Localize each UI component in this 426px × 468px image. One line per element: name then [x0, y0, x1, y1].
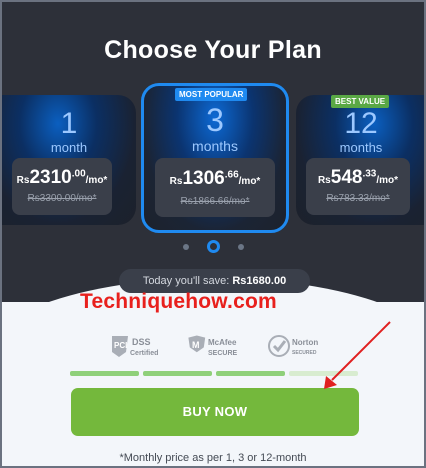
price-decimal: .66 [224, 169, 239, 181]
old-price: Rs1866.66/mo* [180, 196, 250, 207]
price-integer: 548 [330, 167, 363, 188]
plan-unit: months [339, 140, 383, 155]
price-per: /mo* [85, 175, 108, 186]
norton-check-icon: Norton SECURED [268, 335, 318, 357]
buy-now-button[interactable]: BUY NOW [71, 388, 359, 436]
watermark-text: Techniquehow.com [80, 290, 277, 313]
plan-page: Choose Your Plan 1 month Rs2310.00/mo* R… [0, 0, 426, 468]
pci-sub2-text: Certified [130, 350, 158, 357]
price-box: Rs2310.00/mo* Rs3300.00/mo* [12, 158, 112, 215]
mcafee-main-text: McAfee [208, 338, 237, 347]
pci-main-text: PCI [114, 341, 127, 350]
svg-text:M: M [192, 340, 200, 350]
price-per: /mo* [238, 176, 261, 187]
progress-segment [143, 371, 212, 376]
norton-seal: Norton SECURED [267, 332, 323, 360]
progress-segment [70, 371, 139, 376]
price-integer: 2310 [29, 167, 72, 188]
price-decimal: .00 [71, 168, 86, 180]
mcafee-sub-text: SECURE [208, 350, 238, 357]
old-price: Rs3300.00/mo* [27, 193, 97, 204]
plan-card-3-months[interactable]: 3 months Rs1306.66/mo* Rs1866.66/mo* [141, 83, 289, 233]
carousel-dots [2, 238, 424, 256]
plan-number: 1 [60, 107, 78, 140]
plan-number: 3 [206, 102, 224, 138]
mcafee-shield-icon: M McAfee SECURE [188, 335, 238, 357]
plan-card-1-month[interactable]: 1 month Rs2310.00/mo* Rs3300.00/mo* [2, 95, 136, 225]
plan-price: Rs548.33/mo* [306, 167, 410, 189]
price-decimal: .33 [362, 168, 377, 180]
norton-sub-text: SECURED [292, 350, 317, 356]
carousel-dot-active[interactable] [206, 240, 220, 254]
most-popular-badge: MOST POPULAR [175, 88, 248, 101]
security-seals: PCI DSS Certified M McAfee SECURE Norton… [2, 332, 424, 362]
price-currency: Rs [317, 175, 331, 186]
pci-dss-seal: PCI DSS Certified [110, 332, 166, 360]
price-box: Rs1306.66/mo* Rs1866.66/mo* [155, 158, 275, 217]
checkout-progress [70, 371, 358, 378]
plan-card-12-months[interactable]: 12 months Rs548.33/mo* Rs783.33/mo* [296, 95, 424, 225]
plan-unit: months [192, 138, 238, 154]
price-currency: Rs [169, 176, 183, 187]
progress-segment [289, 371, 358, 376]
price-per: /mo* [376, 175, 399, 186]
pci-shield-icon: PCI DSS Certified [112, 336, 158, 357]
price-integer: 1306 [182, 168, 225, 189]
plan-unit: month [50, 140, 88, 155]
savings-amount: Rs1680.00 [232, 275, 287, 287]
footer-note: *Monthly price as per 1, 3 or 12-month [119, 452, 307, 464]
pci-sub1-text: DSS [132, 337, 151, 347]
carousel-dot[interactable] [237, 243, 244, 250]
plan-price: Rs2310.00/mo* [12, 167, 112, 189]
plan-number: 12 [344, 107, 378, 140]
best-value-badge: BEST VALUE [331, 95, 390, 108]
price-box: Rs548.33/mo* Rs783.33/mo* [306, 158, 410, 215]
mcafee-seal: M McAfee SECURE [187, 332, 245, 360]
progress-segment [216, 371, 285, 376]
plan-price: Rs1306.66/mo* [155, 168, 275, 190]
old-price: Rs783.33/mo* [326, 193, 390, 204]
price-currency: Rs [16, 175, 30, 186]
page-title: Choose Your Plan [104, 36, 322, 64]
carousel-dot[interactable] [182, 243, 189, 250]
norton-main-text: Norton [292, 338, 318, 347]
savings-label: Today you'll save: [142, 275, 230, 287]
